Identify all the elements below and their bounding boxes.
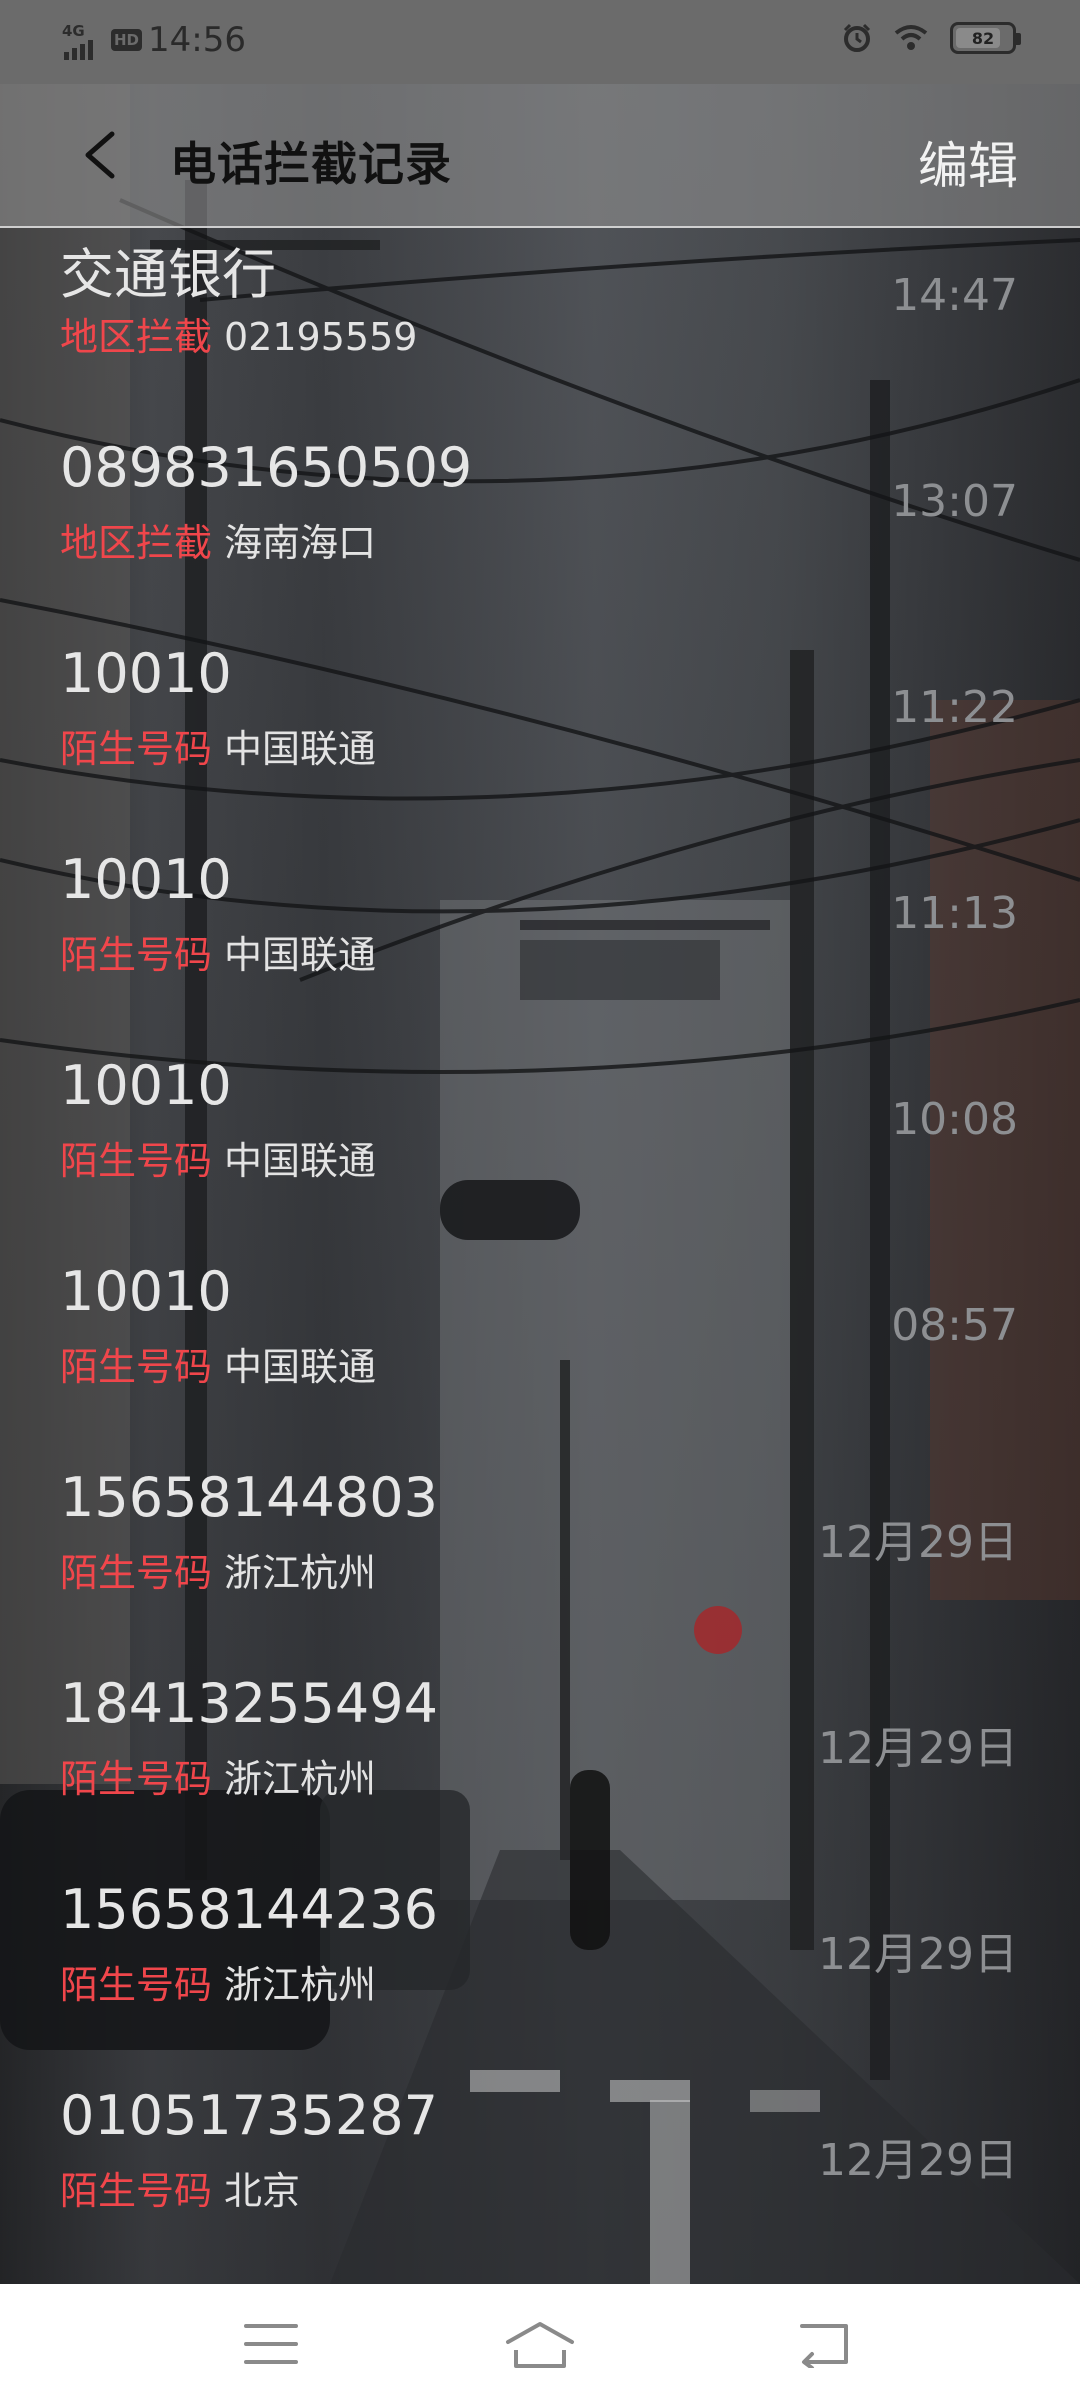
caller-name: 10010	[60, 1054, 232, 1117]
caller-name: 089831650509	[60, 436, 473, 499]
call-row[interactable]: 10010 陌生号码 中国联通 10:08	[0, 968, 1080, 1183]
caller-name: 15658144236	[60, 1878, 438, 1941]
hd-icon: HD	[111, 29, 143, 51]
call-time: 12月29日	[818, 1517, 1018, 1568]
status-bar: 4G HD 14:56 82	[0, 0, 1080, 84]
caller-name: 10010	[60, 642, 232, 705]
call-row[interactable]: 01051735287 陌生号码 北京 12月29日	[0, 1998, 1080, 2213]
page-title: 电话拦截记录	[170, 137, 452, 191]
chevron-left-icon[interactable]	[78, 130, 122, 180]
screen: 4G HD 14:56 82 电话拦截记录 编辑 交通银行 地区拦截 02195…	[0, 0, 1080, 2408]
battery-icon: 82	[950, 22, 1021, 54]
title-bar: 电话拦截记录 编辑	[0, 84, 1080, 228]
edit-button[interactable]: 编辑	[918, 126, 1018, 198]
blocked-call-list[interactable]: 交通银行 地区拦截 02195559 14:47 089831650509 地区拦截 海南海…	[0, 228, 1080, 2284]
caller-name: 交通银行	[60, 243, 276, 306]
caller-name: 01051735287	[60, 2084, 438, 2147]
call-time: 12月29日	[818, 1929, 1018, 1980]
status-left: 4G HD 14:56	[62, 20, 246, 60]
caller-name: 10010	[60, 1260, 232, 1323]
status-right: 82	[842, 22, 1021, 54]
call-row[interactable]: 15658144803 陌生号码 浙江杭州 12月29日	[0, 1380, 1080, 1595]
call-time: 12月29日	[818, 2135, 1018, 2186]
block-reason-tag: 陌生号码	[60, 2169, 213, 2213]
call-row[interactable]: 089831650509 地区拦截 海南海口 13:07	[0, 350, 1080, 565]
menu-icon[interactable]	[244, 2320, 298, 2368]
call-row[interactable]: 交通银行 地区拦截 02195559 14:47	[0, 228, 1080, 359]
battery-level: 82	[971, 28, 995, 48]
call-row[interactable]: 10010 陌生号码 中国联通 08:57	[0, 1174, 1080, 1389]
navigation-bar	[0, 2284, 1080, 2408]
call-time: 10:08	[891, 1094, 1018, 1145]
alarm-icon	[843, 23, 871, 52]
call-detail: 北京	[224, 2169, 301, 2213]
call-subline: 陌生号码 北京	[60, 2160, 300, 2215]
call-row[interactable]: 10010 陌生号码 中国联通 11:13	[0, 762, 1080, 977]
wifi-icon	[894, 25, 928, 50]
call-row[interactable]: 10010 陌生号码 中国联通 11:22	[0, 556, 1080, 771]
caller-name: 10010	[60, 848, 232, 911]
call-time: 11:22	[891, 682, 1018, 733]
call-time: 08:57	[891, 1300, 1018, 1351]
call-time: 13:07	[891, 476, 1018, 527]
status-time: 14:56	[148, 20, 246, 60]
call-time: 11:13	[891, 888, 1018, 939]
back-arrow-icon[interactable]	[796, 2320, 852, 2368]
call-time: 14:47	[891, 270, 1018, 321]
call-row[interactable]: 15658144236 陌生号码 浙江杭州 12月29日	[0, 1792, 1080, 2007]
home-icon[interactable]	[504, 2320, 576, 2370]
caller-name: 15658144803	[60, 1466, 438, 1529]
call-row[interactable]: 18413255494 陌生号码 浙江杭州 12月29日	[0, 1586, 1080, 1801]
network-type: 4G	[62, 22, 85, 40]
call-time: 12月29日	[818, 1723, 1018, 1774]
signal-icon: 4G	[62, 20, 93, 60]
caller-name: 18413255494	[60, 1672, 438, 1735]
